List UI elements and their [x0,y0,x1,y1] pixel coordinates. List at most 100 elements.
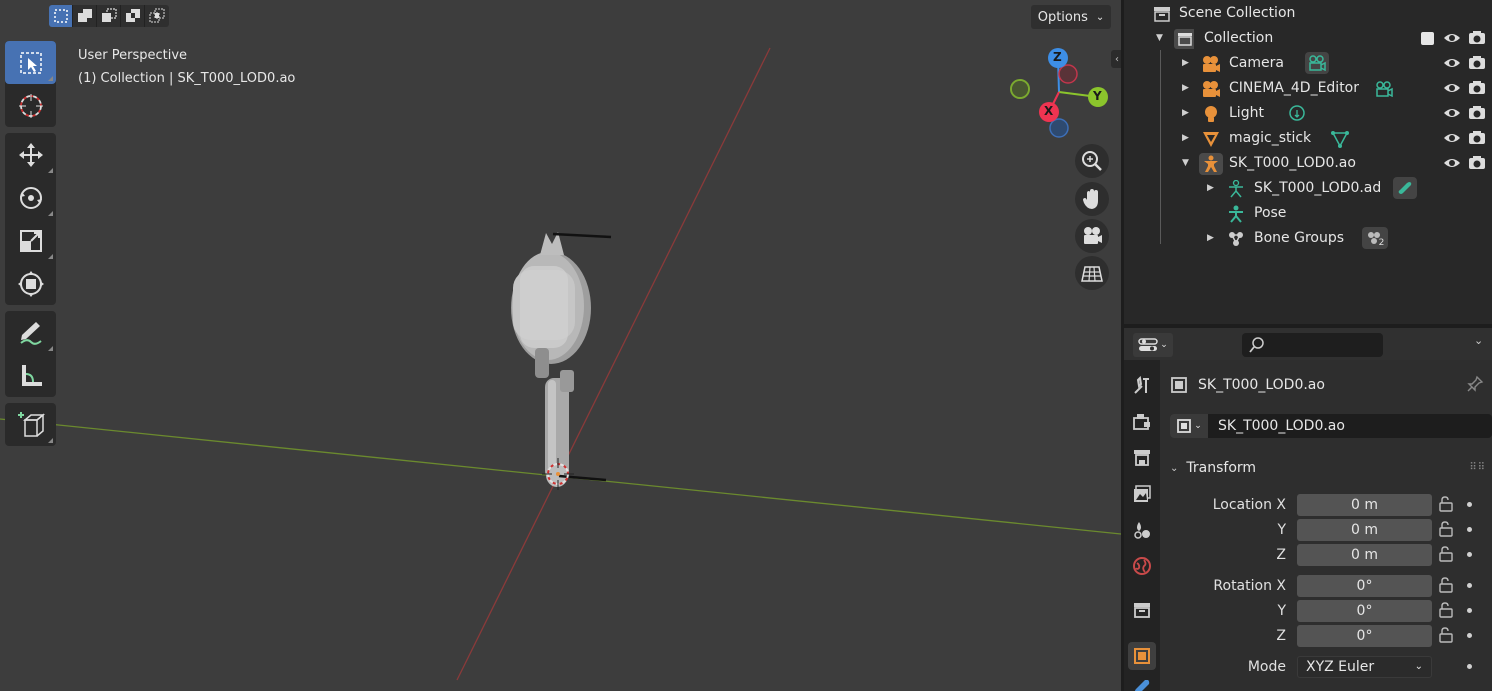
chevron-down-icon[interactable]: ⌄ [1474,334,1483,347]
annotate-tool[interactable] [5,311,56,354]
outliner-row-magic-stick[interactable]: ▶ magic_stick [1124,126,1492,151]
keyframe-dot-icon[interactable] [1467,527,1472,532]
lock-icon[interactable] [1436,576,1454,594]
tab-scene[interactable] [1128,516,1156,544]
expand-arrow-icon[interactable]: ▶ [1207,183,1217,193]
lock-icon[interactable] [1436,545,1454,563]
gizmo-x-label[interactable]: X [1044,104,1053,118]
expand-arrow-icon[interactable]: ▶ [1207,233,1217,243]
tab-collection[interactable] [1128,596,1156,624]
measure-tool[interactable] [5,354,56,397]
object-name-field[interactable]: ⌄ SK_T000_LOD0.ao [1170,414,1492,438]
render-camera-icon[interactable] [1468,55,1486,75]
outliner-row-collection[interactable]: ▼ Collection [1124,26,1492,51]
tab-render[interactable] [1128,408,1156,436]
expand-arrow-icon[interactable]: ▶ [1182,83,1192,93]
options-dropdown[interactable]: Options ⌄ [1031,5,1111,29]
outliner-row-pose[interactable]: Pose [1124,201,1492,226]
outliner-row-armature[interactable]: ▼ SK_T000_LOD0.ao [1124,151,1492,176]
outliner-row-light[interactable]: ▶ Light [1124,101,1492,126]
camera-view-button[interactable] [1075,219,1109,253]
tab-modifiers[interactable] [1128,680,1156,691]
select-box-tool[interactable] [5,41,56,84]
select-new-button[interactable] [49,5,73,27]
editor-type-dropdown[interactable]: ⌄ [1133,333,1173,357]
outliner-row-armature-data[interactable]: ▶ SK_T000_LOD0.ad [1124,176,1492,201]
outliner[interactable]: Scene Collection ▼ Collection ▶ Camera ▶… [1124,0,1492,324]
outliner-row-cinema-4d-editor[interactable]: ▶ CINEMA_4D_Editor [1124,76,1492,101]
eye-icon[interactable] [1443,80,1461,100]
keyframe-dot-icon[interactable] [1467,608,1472,613]
outliner-row-camera[interactable]: ▶ Camera [1124,51,1492,76]
tab-output[interactable] [1128,444,1156,472]
lock-icon[interactable] [1436,495,1454,513]
lock-icon[interactable] [1436,520,1454,538]
select-extend-button[interactable] [73,5,97,27]
location-y-field[interactable]: 0 m [1297,519,1432,541]
eye-icon[interactable] [1443,30,1461,50]
expand-arrow-icon[interactable]: ▼ [1156,33,1166,43]
projection-toggle-button[interactable] [1075,256,1109,290]
location-x-field[interactable]: 0 m [1297,494,1432,516]
tab-tool[interactable] [1128,372,1156,400]
eye-icon[interactable] [1443,105,1461,125]
properties-search-input[interactable] [1242,333,1383,357]
keyframe-dot-icon[interactable] [1467,633,1472,638]
expand-arrow-icon[interactable]: ▶ [1182,58,1192,68]
3d-viewport[interactable]: Z Y X Options ⌄ User Perspective (1) Col… [0,0,1121,691]
eye-icon[interactable] [1443,130,1461,150]
gizmo-z-label[interactable]: Z [1053,50,1062,64]
keyframe-dot-icon[interactable] [1467,583,1472,588]
exclude-checkbox[interactable] [1421,32,1434,45]
eye-icon[interactable] [1443,155,1461,175]
select-subtract-button[interactable] [97,5,121,27]
camera-data-icon[interactable] [1374,79,1394,99]
zoom-button[interactable] [1075,144,1109,178]
viewport-scene[interactable] [0,0,1121,691]
tab-object[interactable] [1128,642,1156,670]
rotate-tool[interactable] [5,176,56,219]
render-camera-icon[interactable] [1468,30,1486,50]
select-difference-button[interactable] [121,5,145,27]
render-camera-icon[interactable] [1468,105,1486,125]
rotation-z-field[interactable]: 0° [1297,625,1432,647]
tab-view-layer[interactable] [1128,480,1156,508]
gizmo-y-label[interactable]: Y [1093,89,1102,103]
outliner-row-scene-collection[interactable]: Scene Collection [1124,1,1492,26]
render-camera-icon[interactable] [1468,155,1486,175]
tab-world[interactable] [1128,552,1156,580]
mesh-data-icon[interactable] [1330,129,1350,149]
keyframe-dot-icon[interactable] [1467,664,1472,669]
outliner-row-bone-groups[interactable]: ▶ Bone Groups 2 [1124,226,1492,251]
transform-tool[interactable] [5,262,56,305]
cursor-tool[interactable] [5,84,56,127]
sidebar-toggle[interactable]: ‹ [1111,50,1121,68]
object-type-dropdown[interactable]: ⌄ [1170,414,1208,438]
properties-editor[interactable]: ⌄ ⌄ SK_T000_LOD0.ao ⌄ SK_T000_LOD0.ao ⌄ … [1124,328,1492,691]
transform-panel-header[interactable]: ⌄ Transform ⠿⠿ [1170,456,1492,480]
rotation-y-field[interactable]: 0° [1297,600,1432,622]
lock-icon[interactable] [1436,601,1454,619]
render-camera-icon[interactable] [1468,80,1486,100]
expand-arrow-icon[interactable]: ▶ [1182,108,1192,118]
keyframe-dot-icon[interactable] [1467,502,1472,507]
expand-arrow-icon[interactable]: ▼ [1182,158,1192,168]
location-z-field[interactable]: 0 m [1297,544,1432,566]
light-data-icon[interactable] [1287,104,1307,124]
bone-groups-badge[interactable]: 2 [1362,227,1388,249]
render-camera-icon[interactable] [1468,130,1486,150]
add-cube-tool[interactable] [5,403,56,446]
modifier-icon[interactable] [1393,177,1417,199]
pan-button[interactable] [1075,182,1109,216]
drag-handle-icon[interactable]: ⠿⠿ [1469,462,1486,473]
move-tool[interactable] [5,133,56,176]
pin-icon[interactable] [1466,375,1484,397]
select-intersect-button[interactable] [145,5,169,27]
rotation-mode-select[interactable]: XYZ Euler ⌄ [1297,656,1432,678]
expand-arrow-icon[interactable]: ▶ [1182,133,1192,143]
eye-icon[interactable] [1443,55,1461,75]
keyframe-dot-icon[interactable] [1467,552,1472,557]
scale-tool[interactable] [5,219,56,262]
rotation-x-field[interactable]: 0° [1297,575,1432,597]
lock-icon[interactable] [1436,626,1454,644]
